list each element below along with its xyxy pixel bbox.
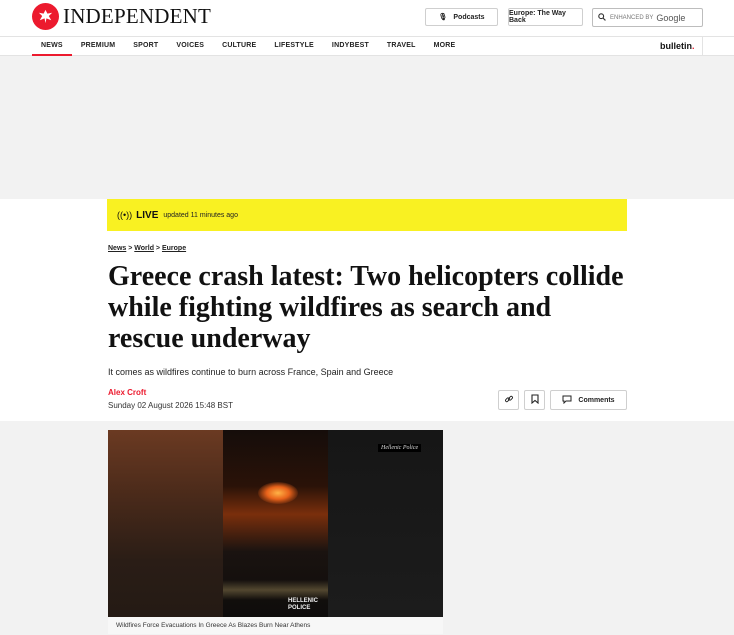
search-enhanced-by: ENHANCED BY [610, 14, 654, 21]
nav-item-voices[interactable]: VOICES [167, 37, 213, 56]
bookmark-icon [530, 391, 539, 409]
main-navigation: NEWS PREMIUM SPORT VOICES CULTURE LIFEST… [0, 37, 734, 56]
nav-item-more[interactable]: MORE [425, 37, 465, 56]
hellenic-police-watermark: Hellenic Police [378, 444, 422, 452]
wildfire-glow [258, 482, 298, 504]
nav-divider [702, 37, 703, 56]
video-caption: Wildfires Force Evacuations In Greece As… [108, 617, 443, 634]
hellenic-police-logo-line2: POLICE [288, 605, 311, 611]
video-frame-left [108, 430, 223, 617]
share-link-button[interactable] [498, 390, 519, 410]
eagle-logo-icon [32, 3, 59, 30]
article-standfirst: It comes as wildfires continue to burn a… [108, 367, 394, 377]
search-icon [598, 12, 606, 23]
advert-placeholder [0, 56, 734, 199]
video-player[interactable]: Hellenic Police HELLENIC POLICE [108, 430, 443, 617]
nav-item-sport[interactable]: SPORT [124, 37, 167, 56]
search-input[interactable]: ENHANCED BY Google [592, 8, 703, 27]
live-updated-time: updated 11 minutes ago [163, 211, 238, 219]
live-signal-icon: ((•)) [117, 210, 133, 220]
bulletin-label: bulletin [660, 41, 692, 51]
article: ((•)) LIVE updated 11 minutes ago News >… [0, 199, 734, 635]
europe-way-back-label: Europe: The Way Back [509, 10, 566, 24]
podcasts-label: Podcasts [453, 13, 485, 21]
article-date: Sunday 02 August 2026 15:48 BST [108, 401, 233, 410]
hellenic-police-logo-line1: HELLENIC [288, 598, 318, 604]
microphone-icon: 🎙 [438, 14, 448, 21]
search-google-brand: Google [656, 12, 686, 23]
nav-item-travel[interactable]: TRAVEL [378, 37, 425, 56]
bookmark-button[interactable] [524, 390, 545, 410]
comments-button[interactable]: Comments [550, 390, 627, 410]
logo-wordmark: INDEPENDENT [63, 4, 212, 28]
nav-item-indybest[interactable]: INDYBEST [323, 37, 378, 56]
breadcrumb-separator: > [153, 245, 162, 252]
europe-way-back-button[interactable]: Europe: The Way Back [508, 8, 583, 26]
nav-item-lifestyle[interactable]: LIFESTYLE [265, 37, 323, 56]
breadcrumb-europe[interactable]: Europe [162, 245, 186, 252]
bulletin-link[interactable]: bulletin. [660, 41, 695, 51]
link-icon [504, 391, 514, 409]
podcasts-button[interactable]: 🎙 Podcasts [425, 8, 498, 26]
comment-icon [562, 395, 572, 406]
nav-item-premium[interactable]: PREMIUM [72, 37, 124, 56]
site-logo[interactable]: INDEPENDENT [32, 3, 211, 30]
breadcrumb: News > World > Europe [108, 245, 186, 252]
breadcrumb-news[interactable]: News [108, 245, 126, 252]
nav-item-news[interactable]: NEWS [32, 37, 72, 56]
article-headline: Greece crash latest: Two helicopters col… [108, 261, 624, 354]
breadcrumb-world[interactable]: World [134, 245, 154, 252]
hellenic-police-logo: HELLENIC POLICE [288, 598, 318, 612]
video-frame-right [328, 430, 443, 617]
comments-label: Comments [578, 396, 615, 404]
live-banner: ((•)) LIVE updated 11 minutes ago [107, 199, 627, 231]
town-lights [223, 580, 328, 600]
bulletin-dot: . [692, 41, 695, 51]
article-author[interactable]: Alex Croft [108, 388, 146, 397]
live-label: LIVE [136, 209, 159, 221]
nav-item-culture[interactable]: CULTURE [213, 37, 265, 56]
site-header: INDEPENDENT 🎙 Podcasts Europe: The Way B… [0, 0, 734, 37]
